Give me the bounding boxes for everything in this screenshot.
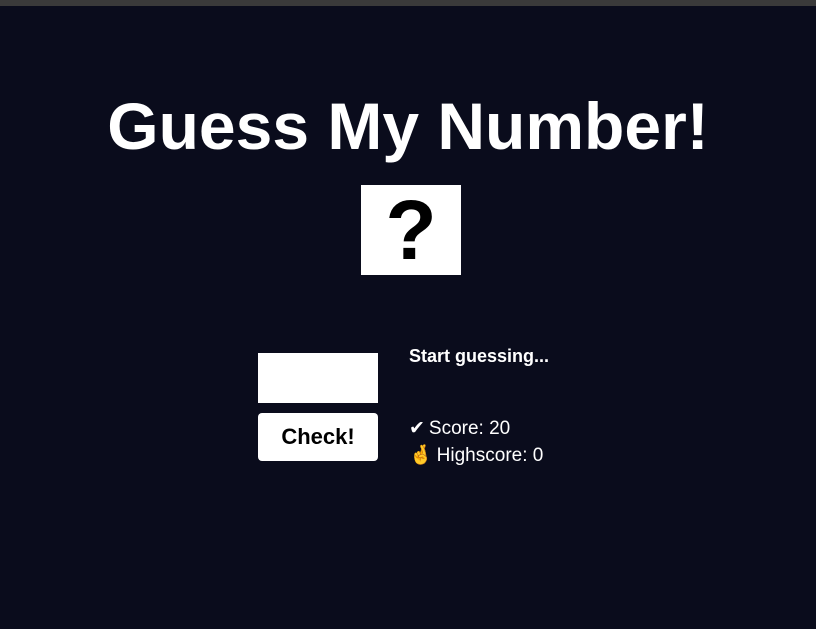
page-title: Guess My Number! xyxy=(107,89,709,163)
highscore-label: Highscore: 0 xyxy=(436,445,544,466)
highscore-stat: 🤞 Highscore: 0 xyxy=(409,444,543,468)
score-label: Score: 20 xyxy=(428,418,511,439)
check-button[interactable]: Check! xyxy=(258,413,378,461)
crossed-fingers-icon: 🤞 xyxy=(409,445,433,466)
guess-input[interactable] xyxy=(258,353,378,403)
secret-number-box: ? xyxy=(361,185,461,275)
checkmark-icon: ✔ xyxy=(409,418,425,439)
score-stat: ✔ Score: 20 xyxy=(409,417,510,441)
status-message: Start guessing... xyxy=(409,346,550,366)
window-top-strip xyxy=(0,0,816,6)
